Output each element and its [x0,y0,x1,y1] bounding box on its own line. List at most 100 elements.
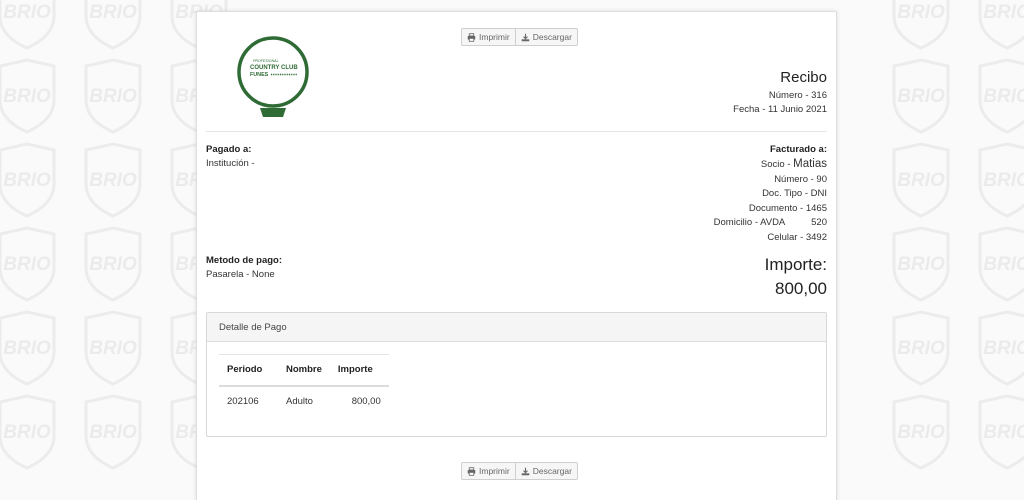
svg-text:BRIO: BRIO [3,170,51,191]
svg-text:BRIO: BRIO [3,254,51,275]
socio-name: Matias [793,158,827,170]
payment-detail-panel: Detalle de Pago Periodo Nombre Importe 2… [206,312,827,437]
svg-text:BRIO: BRIO [89,2,137,23]
cell-periodo: 202106 [227,396,259,407]
print-button-bottom[interactable]: Imprimir [461,462,516,480]
watermark-tile: BRIO [78,392,148,472]
svg-text:BRIO: BRIO [89,254,137,275]
svg-text:BRIO: BRIO [897,338,945,359]
watermark-tile: BRIO [0,224,62,304]
svg-text:BRIO: BRIO [89,338,137,359]
watermark-tile: BRIO [886,308,956,388]
club-logo: PROFESIONAL COUNTRY CLUB FUNES [237,36,309,117]
watermark-tile: BRIO [78,140,148,220]
watermark-tile: BRIO [972,56,1024,136]
watermark-tile: BRIO [972,0,1024,52]
svg-text:BRIO: BRIO [89,86,137,107]
header-divider [206,131,827,132]
payment-detail-title: Detalle de Pago [207,313,826,342]
watermark-tile: BRIO [972,224,1024,304]
svg-text:BRIO: BRIO [3,2,51,23]
watermark-tile: BRIO [886,392,956,472]
watermark-tile: BRIO [0,392,62,472]
cell-importe: 800,00 [351,396,381,407]
cell-nombre: Adulto [286,396,313,407]
printer-icon [467,32,476,42]
svg-text:BRIO: BRIO [983,338,1024,359]
payment-method-block: Metodo de pago: Pasarela - None [206,254,282,282]
watermark-tile: BRIO [0,56,62,136]
table-row: 202106 Adulto 800,00 [219,386,389,417]
billed-celular: Celular - 3492 [767,231,827,243]
download-icon [521,467,529,475]
svg-text:BRIO: BRIO [3,422,51,443]
watermark-tile: BRIO [972,308,1024,388]
billed-to-block: Facturado a: Socio - Matias Número - 90 … [714,143,827,246]
svg-text:BRIO: BRIO [897,422,945,443]
billed-domicilio: Domicilio - AVDA 520 [713,217,827,229]
svg-text:BRIO: BRIO [89,422,137,443]
svg-text:BRIO: BRIO [983,2,1024,23]
download-button-bottom[interactable]: Descargar [515,462,578,480]
billed-socio: Socio - Matias [714,157,827,173]
svg-text:COUNTRY CLUB: COUNTRY CLUB [250,65,298,71]
svg-text:BRIO: BRIO [897,254,945,275]
download-button[interactable]: Descargar [515,28,578,46]
watermark-tile: BRIO [972,392,1024,472]
billed-number: Número - 90 [774,173,827,185]
receipt-title: Recibo [780,69,827,86]
billed-to-label: Facturado a: [769,144,827,155]
watermark-tile: BRIO [0,308,62,388]
paid-to-institution: Institución - [206,158,255,169]
print-label: Imprimir [479,466,510,476]
watermark-tile: BRIO [886,56,956,136]
watermark-tile: BRIO [0,0,62,52]
printer-icon [467,466,476,476]
paid-to-block: Pagado a: Institución - [206,143,255,171]
paid-to-label: Pagado a: [206,144,252,155]
socio-prefix: Socio - [760,159,794,170]
download-label: Descargar [532,32,572,42]
watermark-tile: BRIO [972,140,1024,220]
svg-text:BRIO: BRIO [983,86,1024,107]
svg-text:BRIO: BRIO [897,86,945,107]
download-icon [521,33,529,41]
billed-document: Documento - 1465 [748,202,827,214]
svg-text:BRIO: BRIO [983,254,1024,275]
svg-text:BRIO: BRIO [983,422,1024,443]
billed-doc-type: Doc. Tipo - DNI [762,188,827,200]
toolbar-top: Imprimir Descargar [461,28,578,46]
print-label: Imprimir [479,32,510,42]
toolbar-bottom: Imprimir Descargar [461,462,578,480]
svg-text:FUNES: FUNES [250,72,269,78]
receipt-number: Número - 316 [768,90,827,101]
column-periodo: Periodo [219,354,278,387]
table-header-row: Periodo Nombre Importe [219,354,389,387]
receipt-card: Imprimir Descargar PROFESIONAL COUNTRY C… [196,11,837,500]
payment-method-value: Pasarela - None [206,269,275,280]
watermark-tile: BRIO [886,140,956,220]
svg-text:BRIO: BRIO [89,170,137,191]
svg-text:BRIO: BRIO [3,86,51,107]
watermark-tile: BRIO [78,56,148,136]
print-button[interactable]: Imprimir [461,28,516,46]
watermark-tile: BRIO [0,140,62,220]
svg-text:PROFESIONAL: PROFESIONAL [253,59,279,63]
svg-text:BRIO: BRIO [897,2,945,23]
svg-text:BRIO: BRIO [983,170,1024,191]
watermark-tile: BRIO [78,0,148,52]
column-importe: Importe [329,354,389,387]
amount-value: 800,00 [775,279,827,298]
payment-method-label: Metodo de pago: [206,255,282,266]
amount-block: Importe: 800,00 [765,254,827,302]
download-label: Descargar [532,466,572,476]
watermark-tile: BRIO [886,0,956,52]
amount-label: Importe: [764,255,827,274]
svg-text:BRIO: BRIO [897,170,945,191]
receipt-header: Recibo Número - 316 Fecha - 11 Junio 202… [733,69,827,117]
watermark-tile: BRIO [78,308,148,388]
payment-detail-table: Periodo Nombre Importe 202106 Adulto 800… [219,354,389,417]
column-nombre: Nombre [278,354,330,387]
watermark-tile: BRIO [78,224,148,304]
watermark-tile: BRIO [886,224,956,304]
